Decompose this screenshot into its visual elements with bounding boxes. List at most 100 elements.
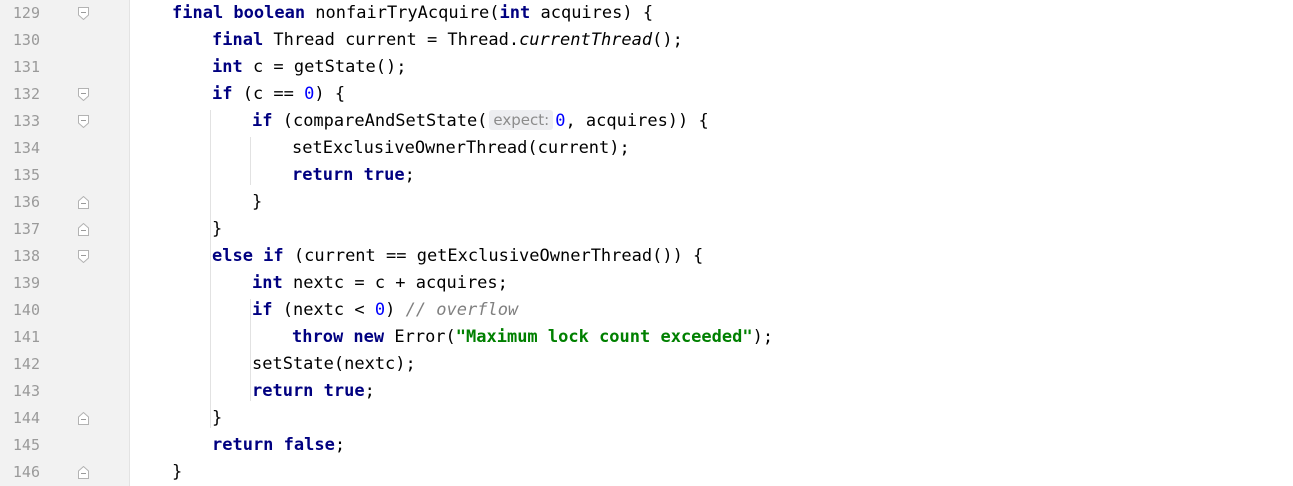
code-token: setExclusiveOwnerThread(current); — [292, 138, 630, 158]
code-text[interactable]: return true; — [252, 378, 375, 405]
code-token: acquires) { — [540, 3, 654, 23]
code-token: ; — [334, 435, 346, 455]
code-text[interactable]: setState(nextc); — [252, 351, 416, 378]
code-line[interactable]: 129 final boolean nonfairTryAcquire(int a… — [0, 0, 1293, 27]
code-token: (current == getExclusiveOwnerThread()) { — [293, 246, 704, 266]
keyword-token: int — [212, 57, 253, 77]
line-number: 144 — [12, 409, 40, 427]
fold-open-icon[interactable] — [78, 7, 89, 20]
fold-close-icon[interactable] — [78, 412, 89, 425]
code-text[interactable]: if (compareAndSetState(expect: 0, acquire… — [252, 108, 709, 135]
code-token: ); — [752, 327, 774, 347]
code-token: c = getState(); — [252, 57, 407, 77]
code-token: (c == — [242, 84, 305, 104]
code-line[interactable]: 133 if (compareAndSetState(expect: 0, acqu… — [0, 108, 1293, 135]
code-text[interactable]: } — [172, 459, 182, 486]
fold-open-icon[interactable] — [78, 88, 89, 101]
code-token: } — [212, 408, 223, 428]
line-number: 138 — [12, 247, 40, 265]
code-line[interactable]: 134 setExclusiveOwnerThread(current); — [0, 135, 1293, 162]
code-text[interactable]: final Thread current = Thread.currentThr… — [212, 27, 683, 54]
keyword-token: final boolean — [172, 3, 316, 23]
line-number: 143 — [12, 382, 40, 400]
code-text[interactable]: if (c == 0) { — [212, 81, 345, 108]
code-text[interactable]: setExclusiveOwnerThread(current); — [292, 135, 630, 162]
code-text[interactable]: throw new Error("Maximum lock count exce… — [292, 324, 773, 351]
line-number: 145 — [12, 436, 40, 454]
code-line[interactable]: 139 int nextc = c + acquires; — [0, 270, 1293, 297]
line-number: 146 — [12, 463, 40, 481]
code-token: nextc = c + acquires; — [292, 273, 508, 293]
keyword-token: return true — [252, 381, 365, 401]
code-text[interactable]: } — [212, 216, 222, 243]
code-text[interactable]: int nextc = c + acquires; — [252, 270, 508, 297]
line-number: 141 — [12, 328, 40, 346]
code-token: Thread current = Thread. — [273, 30, 520, 50]
line-number: 134 — [12, 139, 40, 157]
line-number: 142 — [12, 355, 40, 373]
number-literal: 0 — [304, 84, 315, 104]
code-token: (nextc < — [282, 300, 375, 320]
line-number: 133 — [12, 112, 40, 130]
line-number: 130 — [12, 31, 40, 49]
code-text[interactable]: if (nextc < 0) // overflow — [252, 297, 518, 324]
fold-open-icon[interactable] — [78, 115, 89, 128]
fold-close-icon[interactable] — [78, 466, 89, 479]
line-number: 137 — [12, 220, 40, 238]
fold-open-icon[interactable] — [78, 250, 89, 263]
code-token: setState(nextc); — [252, 354, 416, 374]
keyword-token: throw new — [292, 327, 395, 347]
code-line[interactable]: 136} — [0, 189, 1293, 216]
keyword-token: if — [212, 84, 243, 104]
code-editor[interactable]: 129 final boolean nonfairTryAcquire(int a… — [0, 0, 1293, 486]
code-token: ) { — [314, 84, 346, 104]
code-line[interactable]: 130 final Thread current = Thread.current… — [0, 27, 1293, 54]
keyword-token: int — [499, 3, 541, 23]
code-line[interactable]: 144} — [0, 405, 1293, 432]
keyword-token: if — [252, 111, 283, 131]
comment-token: // overflow — [405, 300, 519, 320]
number-literal: 0 — [374, 300, 386, 320]
code-token: ; — [364, 381, 375, 401]
code-text[interactable]: } — [212, 405, 222, 432]
code-text[interactable]: final boolean nonfairTryAcquire(int acqu… — [172, 0, 653, 27]
line-number: 136 — [12, 193, 40, 211]
fold-close-icon[interactable] — [78, 223, 89, 236]
keyword-token: int — [252, 273, 293, 293]
code-line[interactable]: 138 else if (current == getExclusiveOwner… — [0, 243, 1293, 270]
code-line[interactable]: 146} — [0, 459, 1293, 486]
line-number: 131 — [12, 58, 40, 76]
code-line[interactable]: 140 if (nextc < 0) // overflow — [0, 297, 1293, 324]
code-token: ) — [385, 300, 406, 320]
line-number: 140 — [12, 301, 40, 319]
code-text[interactable]: int c = getState(); — [212, 54, 406, 81]
code-token: } — [172, 462, 183, 482]
fold-close-icon[interactable] — [78, 196, 89, 209]
code-line[interactable]: 132 if (c == 0) { — [0, 81, 1293, 108]
code-token: (); — [652, 30, 683, 50]
code-text[interactable]: return false; — [212, 432, 345, 459]
code-token: } — [252, 192, 263, 212]
code-token: (compareAndSetState( — [282, 111, 488, 131]
code-line[interactable]: 145 return false; — [0, 432, 1293, 459]
code-line[interactable]: 142 setState(nextc); — [0, 351, 1293, 378]
keyword-token: final — [212, 30, 274, 50]
code-line[interactable]: 137} — [0, 216, 1293, 243]
string-literal: "Maximum lock count exceeded" — [455, 327, 753, 347]
code-text[interactable]: else if (current == getExclusiveOwnerThr… — [212, 243, 703, 270]
code-token: Error( — [394, 327, 456, 347]
keyword-token: return true — [292, 165, 405, 185]
line-number: 132 — [12, 85, 40, 103]
code-token: } — [212, 219, 223, 239]
code-line[interactable]: 131 int c = getState(); — [0, 54, 1293, 81]
method-token: currentThread — [519, 30, 653, 50]
code-text[interactable]: return true; — [292, 162, 415, 189]
parameter-hint: expect: — [489, 110, 554, 130]
code-text[interactable]: } — [252, 189, 262, 216]
keyword-token: if — [252, 300, 283, 320]
code-line[interactable]: 141 throw new Error("Maximum lock count e… — [0, 324, 1293, 351]
line-number: 135 — [12, 166, 40, 184]
code-line[interactable]: 143 return true; — [0, 378, 1293, 405]
number-literal: 0 — [555, 111, 566, 131]
code-line[interactable]: 135 return true; — [0, 162, 1293, 189]
